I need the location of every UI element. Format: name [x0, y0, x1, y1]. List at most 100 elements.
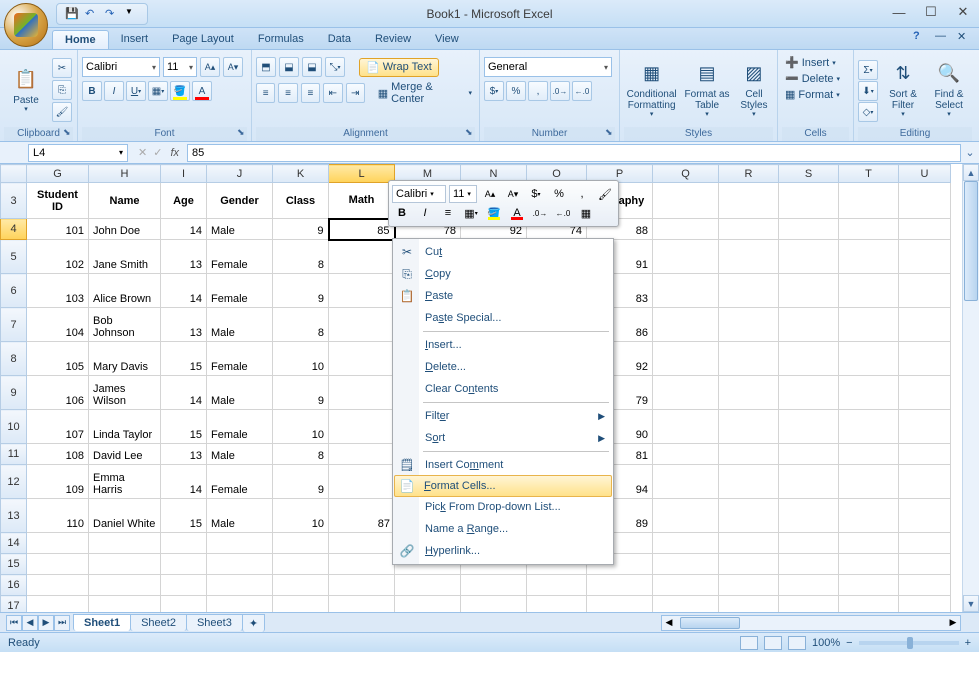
minimize-button[interactable]: — — [889, 4, 909, 20]
cell[interactable]: 9 — [273, 376, 329, 410]
cell[interactable] — [899, 342, 951, 376]
cell[interactable] — [273, 533, 329, 554]
cell[interactable] — [779, 219, 839, 240]
ribbon-tab-formulas[interactable]: Formulas — [246, 30, 316, 49]
cell[interactable]: 105 — [27, 342, 89, 376]
sheet-tab[interactable]: Sheet2 — [130, 614, 187, 631]
cell[interactable] — [207, 596, 273, 613]
cell[interactable]: 15 — [161, 499, 207, 533]
cell[interactable] — [653, 410, 719, 444]
menu-item-filter[interactable]: Filter▶ — [395, 405, 611, 427]
tab-nav-prev[interactable]: ◀ — [22, 615, 38, 631]
cut-button[interactable]: ✂ — [52, 58, 72, 78]
cell[interactable]: 14 — [161, 376, 207, 410]
align-center-button[interactable]: ≡ — [278, 83, 297, 103]
table-header-cell[interactable] — [899, 183, 951, 219]
cell[interactable]: Jane Smith — [89, 240, 161, 274]
table-header-cell[interactable]: Student ID — [27, 183, 89, 219]
cell[interactable] — [161, 596, 207, 613]
underline-button[interactable]: U▾ — [126, 81, 146, 101]
mini-shrink-font[interactable]: A▾ — [503, 185, 523, 203]
cell[interactable] — [27, 533, 89, 554]
cell[interactable] — [839, 533, 899, 554]
cell[interactable]: 10 — [273, 410, 329, 444]
cell[interactable] — [839, 444, 899, 465]
ribbon-tab-view[interactable]: View — [423, 30, 471, 49]
cell[interactable] — [839, 499, 899, 533]
mini-accounting[interactable]: $▾ — [526, 185, 546, 203]
cell[interactable] — [653, 342, 719, 376]
cell[interactable] — [653, 575, 719, 596]
mini-size-combo[interactable]: 11▾ — [449, 185, 477, 203]
cell[interactable]: 108 — [27, 444, 89, 465]
cell[interactable] — [719, 274, 779, 308]
cell[interactable] — [779, 376, 839, 410]
cell[interactable] — [899, 308, 951, 342]
cell[interactable] — [899, 533, 951, 554]
cell[interactable] — [461, 575, 527, 596]
redo-icon[interactable]: ↷ — [105, 7, 119, 21]
formula-input[interactable]: 85 — [187, 144, 961, 162]
cell[interactable] — [161, 554, 207, 575]
menu-item-insert-comment[interactable]: 🗒Insert Comment — [395, 454, 611, 476]
autosum-button[interactable]: Σ▾ — [858, 60, 878, 80]
decrease-indent-button[interactable]: ⇤ — [323, 83, 342, 103]
fx-icon[interactable]: fx — [170, 147, 179, 159]
cell[interactable] — [395, 575, 461, 596]
sheet-tab[interactable]: Sheet1 — [73, 614, 131, 631]
cell[interactable] — [329, 376, 395, 410]
cell[interactable] — [839, 410, 899, 444]
cell[interactable] — [779, 533, 839, 554]
select-all-corner[interactable] — [1, 165, 27, 183]
cell[interactable] — [89, 554, 161, 575]
tab-nav-first[interactable]: ⏮ — [6, 615, 22, 631]
scroll-thumb[interactable] — [964, 181, 978, 301]
cell[interactable] — [839, 219, 899, 240]
mini-align-center[interactable]: ≡ — [438, 204, 458, 222]
cell[interactable] — [839, 342, 899, 376]
ribbon-tab-data[interactable]: Data — [316, 30, 363, 49]
cell[interactable] — [899, 554, 951, 575]
cell[interactable] — [329, 533, 395, 554]
menu-item-pick-from-drop-down-list[interactable]: Pick From Drop-down List... — [395, 496, 611, 518]
vertical-scrollbar[interactable]: ▲ ▼ — [962, 164, 979, 612]
cell[interactable] — [779, 274, 839, 308]
cell[interactable] — [27, 554, 89, 575]
cell[interactable]: 10 — [273, 342, 329, 376]
border-button[interactable]: ▦▾ — [148, 81, 168, 101]
cell[interactable] — [653, 376, 719, 410]
fill-color-button[interactable]: 🪣 — [170, 81, 190, 101]
cell[interactable] — [653, 499, 719, 533]
scroll-down-button[interactable]: ▼ — [963, 595, 979, 612]
cell[interactable] — [839, 575, 899, 596]
column-header[interactable]: I — [161, 165, 207, 183]
cell[interactable] — [719, 465, 779, 499]
menu-item-clear-contents[interactable]: Clear Contents — [395, 378, 611, 400]
table-header-cell[interactable] — [653, 183, 719, 219]
menu-item-paste-special[interactable]: Paste Special... — [395, 307, 611, 329]
column-header[interactable]: Q — [653, 165, 719, 183]
zoom-out-button[interactable]: − — [846, 637, 852, 649]
cell[interactable]: Alice Brown — [89, 274, 161, 308]
cell[interactable]: 9 — [273, 219, 329, 240]
column-header[interactable]: K — [273, 165, 329, 183]
align-middle-button[interactable]: ⬓ — [279, 57, 299, 77]
increase-indent-button[interactable]: ⇥ — [346, 83, 365, 103]
cell[interactable] — [779, 444, 839, 465]
cell[interactable] — [273, 554, 329, 575]
cell[interactable]: 110 — [27, 499, 89, 533]
mini-percent[interactable]: % — [549, 185, 569, 203]
doc-close-icon[interactable]: ✕ — [957, 30, 973, 44]
cell[interactable] — [899, 410, 951, 444]
font-name-combo[interactable]: Calibri▾ — [82, 57, 160, 77]
align-left-button[interactable]: ≡ — [256, 83, 275, 103]
cell[interactable] — [273, 596, 329, 613]
undo-icon[interactable]: ↶ — [85, 7, 99, 21]
cell[interactable]: 14 — [161, 465, 207, 499]
cell[interactable] — [719, 219, 779, 240]
ribbon-tab-review[interactable]: Review — [363, 30, 423, 49]
percent-format-button[interactable]: % — [506, 81, 526, 101]
page-layout-view-button[interactable] — [764, 636, 782, 650]
cell[interactable] — [27, 575, 89, 596]
cell[interactable]: 102 — [27, 240, 89, 274]
